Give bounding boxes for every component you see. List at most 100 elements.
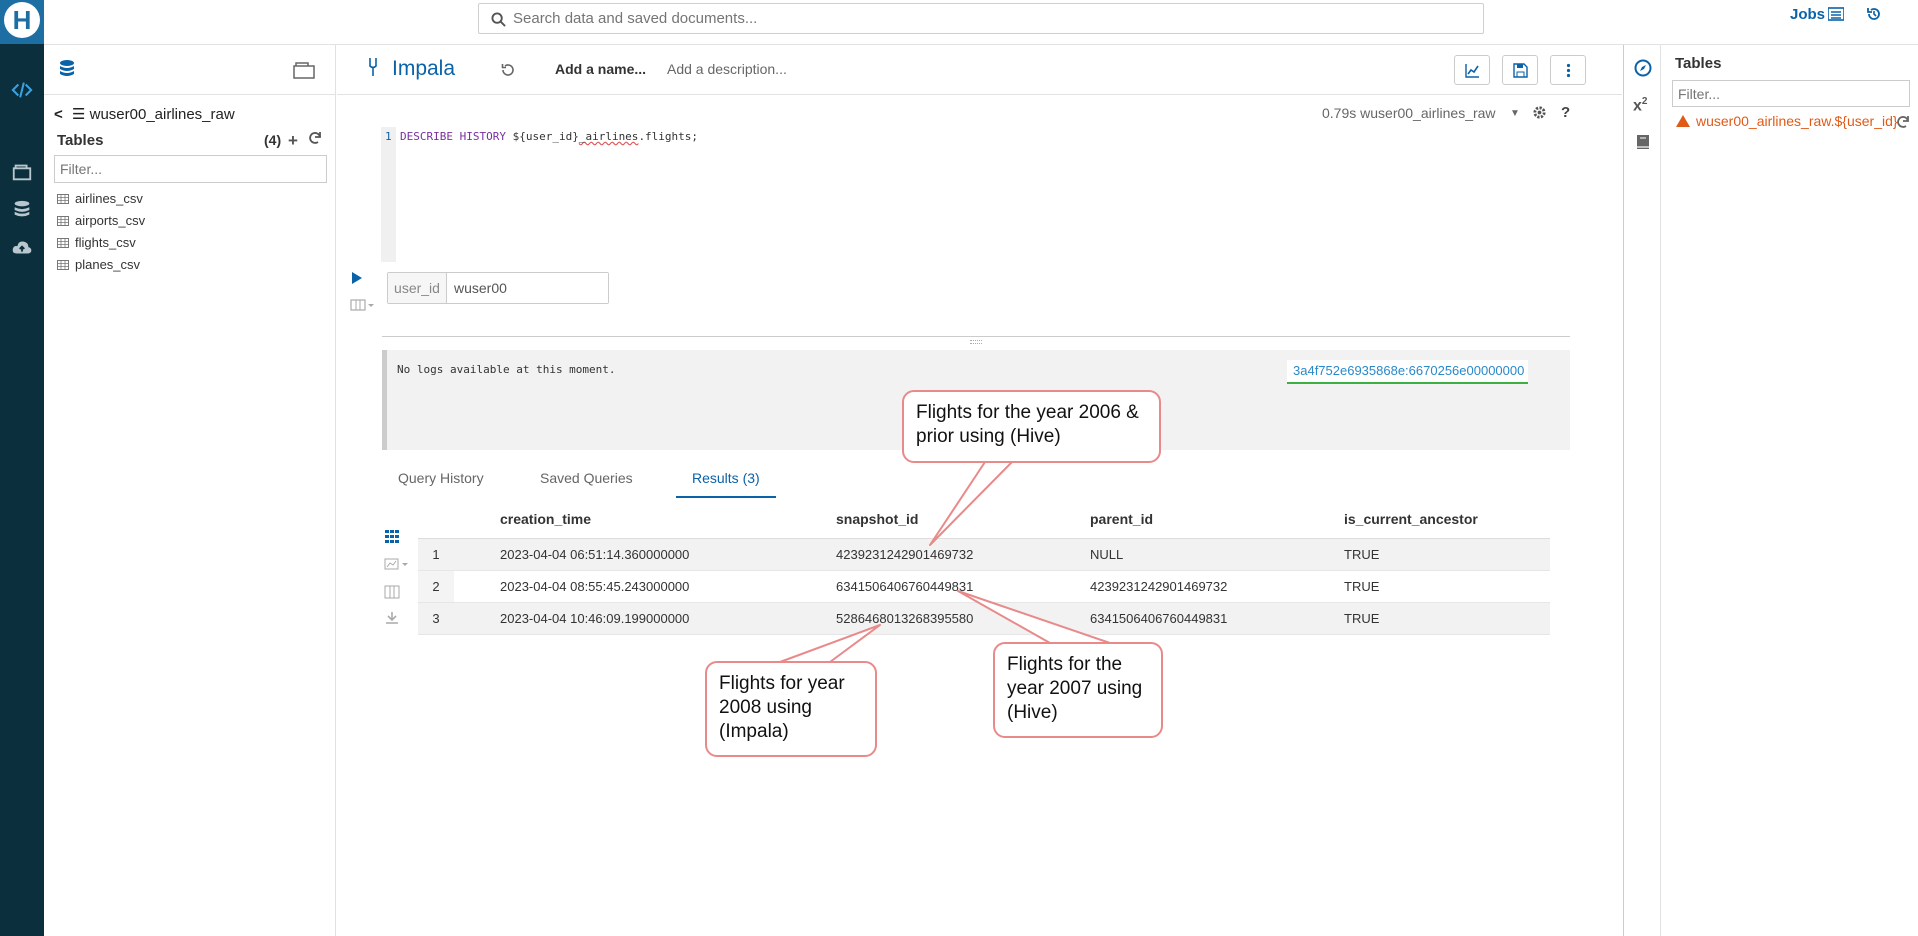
callout-2006: Flights for the year 2006 & prior using … (902, 390, 1161, 463)
table-item[interactable]: planes_csv (57, 254, 327, 276)
tables-count: (4) (264, 132, 282, 148)
tab-saved-queries[interactable]: Saved Queries (524, 462, 649, 498)
column-header[interactable]: parent_id (1044, 500, 1298, 539)
refresh-icon[interactable] (1896, 115, 1910, 129)
upload-cloud-icon[interactable] (0, 234, 44, 262)
variable-value-input[interactable] (448, 273, 608, 303)
table-name: planes_csv (75, 257, 141, 272)
cell-is-current-ancestor[interactable]: TRUE (1298, 570, 1550, 603)
sql-identifier: .flights; (638, 130, 699, 143)
more-actions-button[interactable] (1550, 55, 1586, 85)
variable-label: user_id (388, 273, 447, 303)
cell-is-current-ancestor[interactable]: TRUE (1298, 602, 1550, 635)
compass-icon[interactable] (1634, 59, 1652, 77)
chart-button[interactable] (1454, 55, 1490, 85)
top-bar: Jobs (44, 0, 1918, 45)
chart-view-icon[interactable] (384, 556, 410, 572)
result-tabs: Query History Saved Queries Results (3) (382, 462, 882, 498)
run-icon[interactable] (352, 272, 362, 284)
table-name: flights_csv (75, 235, 136, 250)
row-number-header (418, 500, 454, 539)
editor-divider (382, 336, 1570, 337)
assist-header (44, 45, 336, 95)
documents-icon[interactable] (292, 59, 316, 79)
tab-results[interactable]: Results (3) (676, 462, 776, 498)
back-chevron-icon[interactable]: < (54, 106, 64, 123)
download-icon[interactable] (384, 610, 400, 626)
sql-identifier: _airlines (578, 130, 639, 143)
logs-message: No logs available at this moment. (397, 363, 616, 376)
editor-icon[interactable] (0, 76, 44, 104)
query-description-field[interactable]: Add a description... (667, 61, 787, 77)
app: H Jobs < ☰ wuser00_airlines_raw (0, 0, 1918, 936)
sql-editor[interactable]: DESCRIBE HISTORY ${user_id}_airlines.fli… (400, 130, 698, 143)
variable-user-id: user_id (387, 272, 609, 304)
cell-is-current-ancestor[interactable]: TRUE (1298, 538, 1550, 571)
hue-logo[interactable]: H (0, 0, 44, 44)
global-search[interactable] (478, 3, 1484, 34)
snippet-options-icon[interactable] (350, 298, 376, 312)
jobs-link[interactable]: Jobs (1790, 6, 1825, 23)
column-header[interactable]: snapshot_id (790, 500, 1044, 539)
table-icon (57, 216, 69, 226)
columns-icon[interactable] (384, 584, 400, 600)
kebab-menu-icon (1566, 63, 1571, 78)
history-icon[interactable] (1866, 6, 1882, 22)
line-chart-icon (1465, 64, 1479, 78)
header-row: creation_time snapshot_id parent_id is_c… (418, 500, 1550, 539)
execution-meta[interactable]: 0.79s wuser00_airlines_raw (1322, 105, 1496, 121)
right-filter-input[interactable] (1672, 80, 1910, 107)
save-button[interactable] (1502, 55, 1538, 85)
query-id-link[interactable]: 3a4f752e6935868e:6670256e00000000 (1287, 360, 1529, 384)
results-grid: creation_time snapshot_id parent_id is_c… (418, 500, 1550, 635)
help-icon[interactable]: ? (1561, 104, 1570, 121)
warning-icon (1676, 115, 1690, 127)
right-panel-title: Tables (1675, 55, 1722, 72)
table-name: airports_csv (75, 213, 146, 228)
warning-text: wuser00_airlines_raw.${user_id} (1696, 113, 1898, 129)
left-assist-panel: < ☰ wuser00_airlines_raw Tables (4) + air… (44, 45, 336, 936)
add-table-icon[interactable]: + (288, 131, 298, 151)
cell-parent-id[interactable]: 6341506406760449831 (1044, 602, 1298, 635)
table-item[interactable]: airlines_csv (57, 188, 327, 210)
cell-parent-id[interactable]: NULL (1044, 538, 1298, 571)
right-assist-panel: Tables wuser00_airlines_raw.${user_id} (1662, 45, 1918, 936)
cell-snapshot-id[interactable]: 6341506406760449831 (790, 570, 1044, 603)
query-name-field[interactable]: Add a name... (555, 61, 646, 77)
editor-gutter (381, 127, 396, 262)
tables-filter-input[interactable] (54, 155, 327, 183)
engine-name[interactable]: Impala (392, 57, 455, 81)
table-row: 3 2023-04-04 10:46:09.199000000 52864680… (418, 602, 1550, 635)
grid-view-icon[interactable] (384, 528, 400, 544)
breadcrumb[interactable]: < ☰ wuser00_airlines_raw (54, 105, 235, 123)
cell-creation-time[interactable]: 2023-04-04 06:51:14.360000000 (454, 538, 790, 571)
refresh-icon[interactable] (308, 131, 322, 145)
functions-icon[interactable]: x2 (1633, 96, 1647, 115)
line-number: 1 (385, 130, 392, 143)
jobs-list-icon[interactable] (1828, 7, 1844, 21)
column-header[interactable]: creation_time (454, 500, 790, 539)
sql-keyword: HISTORY (459, 130, 506, 143)
gear-icon[interactable] (1532, 105, 1547, 120)
table-warning[interactable]: wuser00_airlines_raw.${user_id} (1676, 113, 1898, 129)
table-item[interactable]: airports_csv (57, 210, 327, 232)
sql-variable: ${user_id} (512, 130, 579, 143)
cell-parent-id[interactable]: 4239231242901469732 (1044, 570, 1298, 603)
tab-query-history[interactable]: Query History (382, 462, 500, 498)
database-icon[interactable] (0, 196, 44, 224)
cell-creation-time[interactable]: 2023-04-04 08:55:45.243000000 (454, 570, 790, 603)
table-icon (57, 238, 69, 248)
resize-handle[interactable] (970, 340, 982, 344)
database-icon[interactable] (58, 59, 76, 79)
cell-creation-time[interactable]: 2023-04-04 10:46:09.199000000 (454, 602, 790, 635)
table-item[interactable]: flights_csv (57, 232, 327, 254)
book-icon[interactable] (1634, 133, 1652, 151)
caret-down-icon[interactable]: ▼ (1510, 108, 1520, 119)
documents-icon[interactable] (0, 158, 44, 186)
query-history-icon[interactable] (501, 63, 515, 77)
column-header[interactable]: is_current_ancestor (1298, 500, 1550, 539)
search-input[interactable] (513, 4, 1473, 33)
editor-header: Impala Add a name... Add a description..… (337, 45, 1622, 95)
cell-snapshot-id[interactable]: 5286468013268395580 (790, 602, 1044, 635)
cell-snapshot-id[interactable]: 4239231242901469732 (790, 538, 1044, 571)
